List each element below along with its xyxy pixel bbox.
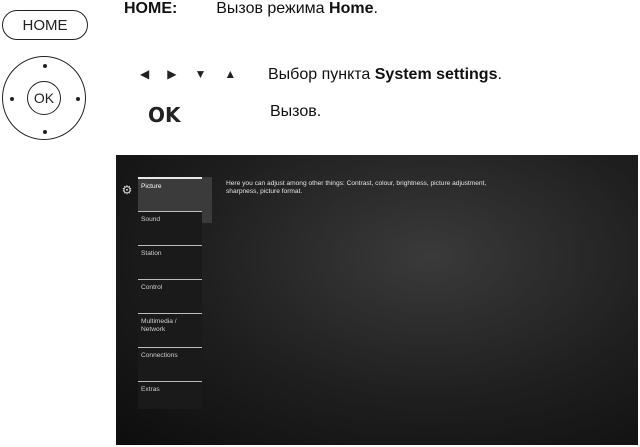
left-arrow-icon: ◀ (140, 67, 150, 81)
pad-left-dot (10, 97, 14, 101)
menu-item-control[interactable]: Control (138, 279, 202, 313)
menu-item-station[interactable]: Station (138, 245, 202, 279)
instruction-end: . (373, 0, 378, 17)
remote-navigation-pad[interactable]: OK (2, 56, 86, 140)
menu-item-connections[interactable]: Connections (138, 347, 202, 381)
up-arrow-icon: ▲ (224, 67, 237, 81)
menu-description: Here you can adjust among other things: … (226, 180, 487, 195)
instruction-select: Выбор пункта System settings. (268, 66, 502, 84)
instruction-bold: Home (329, 0, 374, 17)
instruction-text: Вызов. (270, 103, 322, 120)
instruction-text: Вызов режима (216, 0, 330, 17)
menu-item-multimedia-network[interactable]: Multimedia / Network (138, 313, 202, 347)
menu-item-extras[interactable]: Extras (138, 381, 202, 415)
right-arrow-icon: ▶ (167, 67, 177, 81)
pad-down-dot (43, 130, 47, 134)
down-arrow-icon: ▼ (194, 67, 207, 81)
selection-highlight (202, 177, 212, 223)
instruction-end: . (497, 66, 502, 83)
arrow-keys: ◀ ▶ ▼ ▲ (140, 66, 250, 82)
instruction-bold: System settings (374, 66, 498, 83)
ok-button[interactable]: OK (27, 81, 61, 115)
gear-icon: ⚙ (121, 183, 133, 197)
ok-key-label: OK (148, 103, 181, 127)
pad-right-dot (76, 97, 80, 101)
menu-item-sound[interactable]: Sound (138, 211, 202, 245)
system-settings-menu: Picture Sound Station Control Multimedia… (138, 177, 202, 409)
pad-up-dot (43, 64, 47, 68)
tv-screen: ⚙ Picture Sound Station Control Multimed… (116, 155, 638, 445)
menu-item-picture[interactable]: Picture (138, 177, 202, 211)
instruction-key-label: HOME: (124, 0, 178, 17)
home-key[interactable]: HOME (2, 10, 88, 40)
instruction-text: Выбор пункта (268, 66, 375, 83)
instruction-call: Вызов. (270, 103, 321, 121)
instruction-home: HOME: Вызов режима Home. (124, 0, 378, 18)
